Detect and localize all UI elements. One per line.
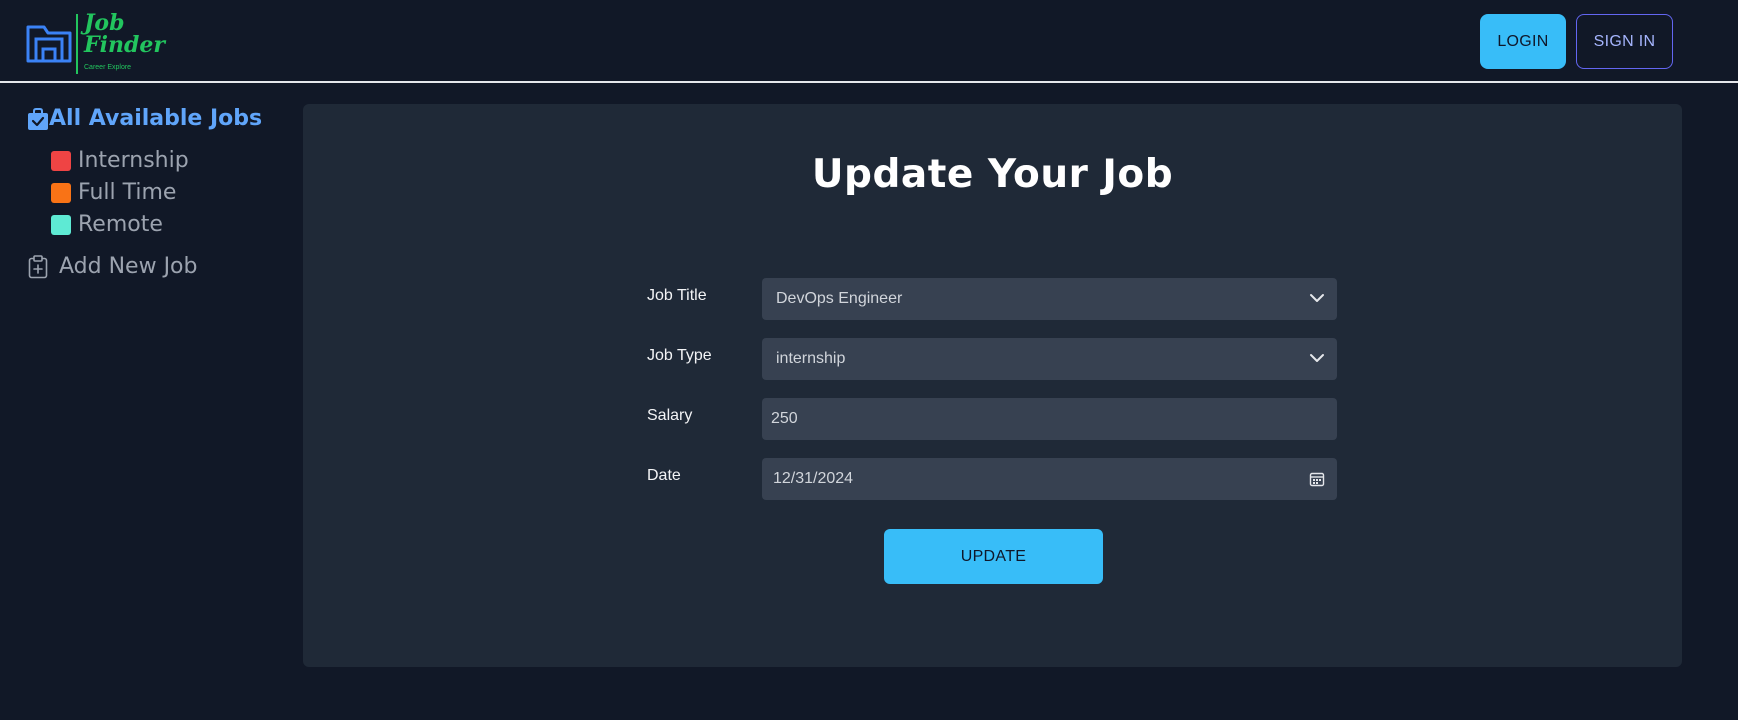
date-input-value: 12/31/2024 (773, 470, 854, 487)
chevron-down-icon (1310, 354, 1324, 362)
sidebar-item-label: Full Time (78, 180, 177, 205)
sidebar-item-all-jobs-label: All Available Jobs (49, 106, 263, 131)
top-navbar: Job Finder Career Explore LOGIN SIGN IN (0, 0, 1738, 83)
login-button[interactable]: LOGIN (1480, 14, 1566, 69)
chevron-down-icon (1310, 294, 1324, 302)
sidebar-item-label: Add New Job (59, 254, 198, 279)
date-input[interactable]: 12/31/2024 (762, 458, 1337, 500)
logo-line-2: Finder (84, 32, 165, 58)
update-button[interactable]: UPDATE (884, 529, 1103, 584)
date-label: Date (647, 467, 681, 484)
salary-input[interactable] (762, 398, 1337, 440)
remote-color-swatch (51, 214, 71, 235)
logo[interactable]: Job Finder Career Explore (26, 12, 166, 76)
sidebar-item-full-time[interactable]: Full Time (51, 180, 176, 205)
update-job-card: Update Your Job Job Title DevOps Enginee… (303, 104, 1682, 667)
job-title-select[interactable]: DevOps Engineer (762, 278, 1337, 320)
sidebar-item-all-jobs[interactable]: All Available Jobs (27, 106, 262, 131)
page-title: Update Your Job (811, 152, 1174, 197)
sidebar-item-label: Internship (78, 148, 189, 173)
logo-tagline: Career Explore (84, 64, 132, 71)
job-type-selected-value: internship (776, 350, 846, 367)
clipboard-plus-icon (28, 254, 48, 278)
sidebar: All Available Jobs Internship Full Time … (0, 84, 290, 720)
logo-line-1: Job (84, 10, 125, 36)
job-title-label: Job Title (647, 287, 707, 304)
sidebar-item-remote[interactable]: Remote (51, 212, 163, 237)
salary-input-field[interactable] (771, 410, 1337, 428)
job-type-label: Job Type (647, 347, 712, 364)
job-type-select[interactable]: internship (762, 338, 1337, 380)
sign-in-button[interactable]: SIGN IN (1576, 14, 1673, 69)
internship-color-swatch (51, 150, 71, 171)
salary-label: Salary (647, 407, 693, 424)
calendar-icon[interactable] (1309, 471, 1325, 487)
logo-divider (76, 14, 78, 74)
briefcase-check-icon (28, 107, 48, 130)
logo-text: Job Finder (84, 12, 165, 56)
sidebar-item-label: Remote (78, 212, 163, 237)
job-title-selected-value: DevOps Engineer (776, 290, 903, 307)
full-time-color-swatch (51, 182, 71, 203)
sidebar-item-internship[interactable]: Internship (51, 148, 189, 173)
sidebar-item-add-new-job[interactable]: Add New Job (28, 254, 197, 279)
folder-building-icon (26, 25, 72, 63)
